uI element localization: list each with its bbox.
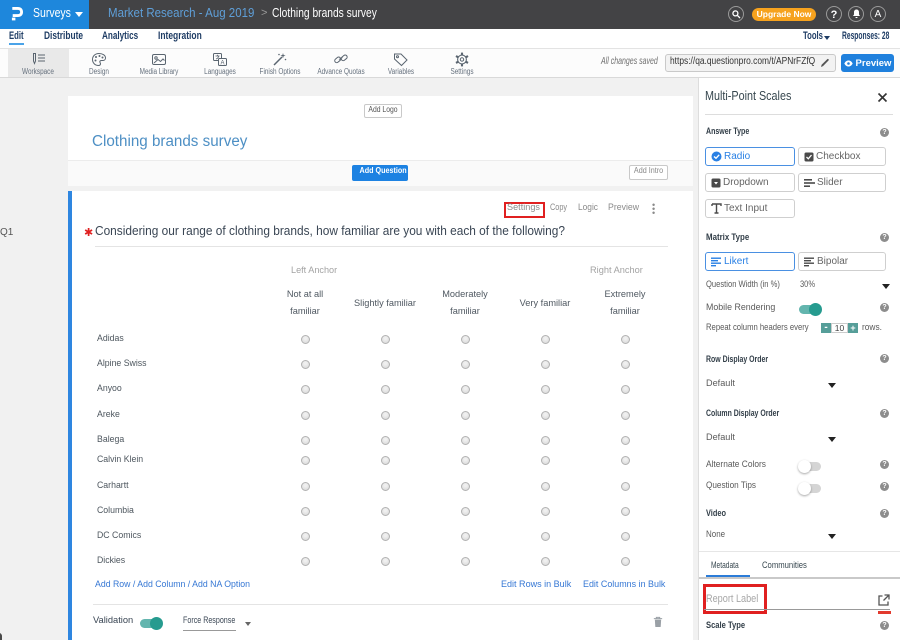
svg-text:A: A (220, 60, 224, 66)
